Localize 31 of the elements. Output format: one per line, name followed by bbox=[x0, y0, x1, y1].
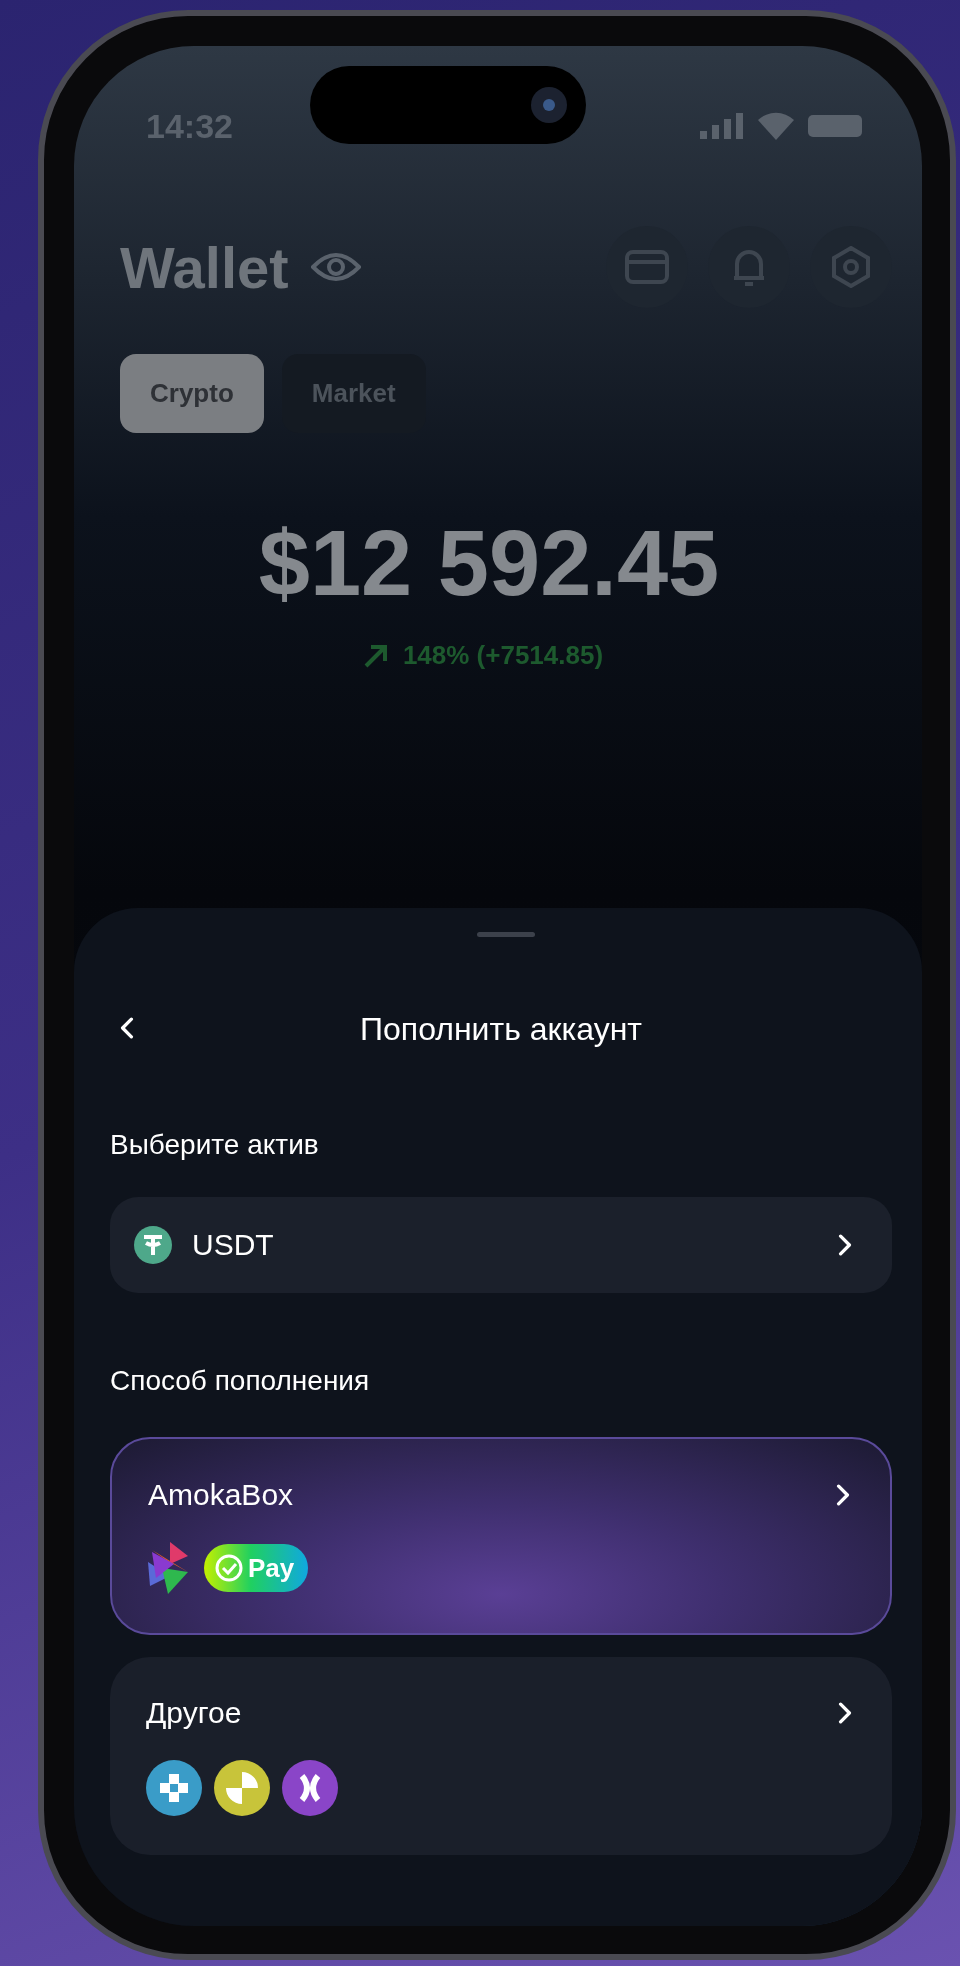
card-icon bbox=[625, 250, 669, 284]
sheet-handle[interactable] bbox=[477, 932, 535, 937]
eye-icon[interactable] bbox=[310, 251, 361, 283]
chevron-left-icon bbox=[120, 1017, 134, 1039]
method-name: Другое bbox=[146, 1696, 243, 1730]
sheet-title: Пополнить аккаунт bbox=[360, 1010, 642, 1048]
chevron-right-icon bbox=[838, 1702, 852, 1724]
wifi-icon bbox=[758, 112, 794, 140]
method-name: AmokaBox bbox=[148, 1478, 295, 1512]
section-label: Способ пополнения bbox=[110, 1365, 371, 1397]
back-button[interactable] bbox=[120, 1017, 134, 1042]
balance-change: 148% (+7514.85) bbox=[402, 640, 604, 671]
payment-method-card[interactable]: Другое bbox=[110, 1657, 892, 1855]
check-circle-icon bbox=[214, 1553, 244, 1583]
wallet-title: Wallet bbox=[120, 233, 289, 301]
battery-icon bbox=[808, 115, 862, 137]
x-coin-icon bbox=[282, 1760, 338, 1816]
payment-method-card[interactable]: AmokaBox Pay bbox=[110, 1437, 892, 1635]
chevron-right-icon bbox=[836, 1484, 850, 1506]
tether-coin-icon bbox=[134, 1226, 172, 1264]
section-label: Выберите актив bbox=[110, 1129, 320, 1161]
pie-coin-icon bbox=[214, 1760, 270, 1816]
camera-icon bbox=[530, 86, 568, 124]
chevron-right-icon bbox=[838, 1234, 852, 1256]
asset-select[interactable]: USDT bbox=[110, 1197, 892, 1293]
settings-icon bbox=[830, 246, 872, 288]
signal-icon bbox=[700, 113, 744, 139]
arrow-up-right-icon bbox=[362, 642, 389, 669]
balance-amount: $12 592.45 bbox=[257, 511, 721, 616]
pay-badge: Pay bbox=[204, 1544, 309, 1592]
cross-coin-icon bbox=[146, 1760, 202, 1816]
